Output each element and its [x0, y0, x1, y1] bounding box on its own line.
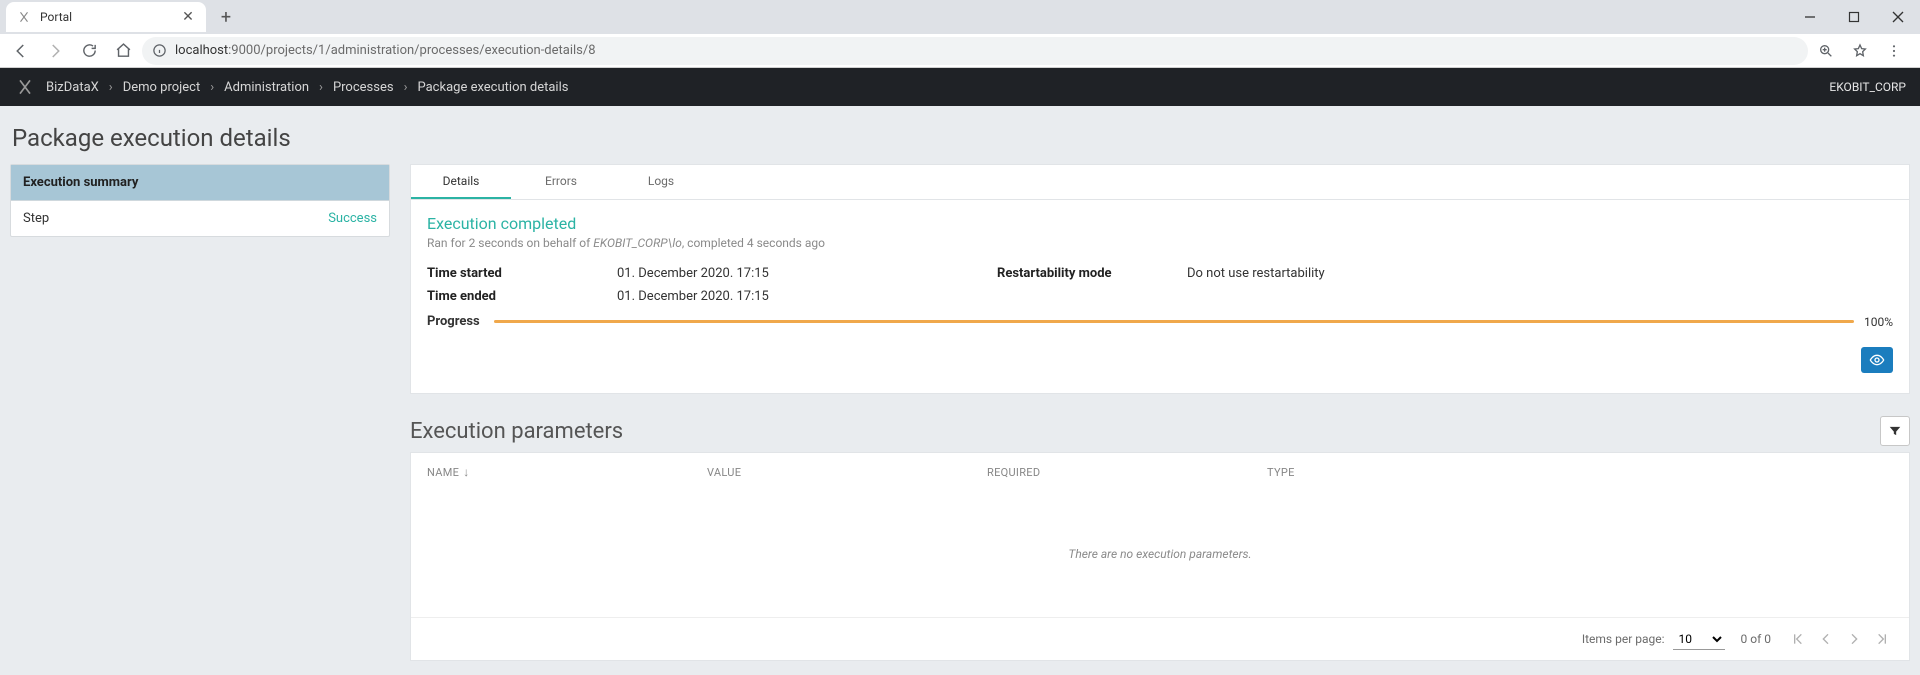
execution-summary-panel: Execution summary Step Success — [10, 164, 390, 237]
breadcrumb: BizDataX › Demo project › Administration… — [46, 80, 568, 95]
tab-logs[interactable]: Logs — [611, 165, 711, 199]
page-range: 0 of 0 — [1741, 632, 1771, 646]
tab-errors[interactable]: Errors — [511, 165, 611, 199]
window-close-button[interactable] — [1876, 0, 1920, 34]
browser-toolbar: localhost:9000/projects/1/administration… — [0, 34, 1920, 68]
breadcrumb-item[interactable]: Demo project — [123, 80, 201, 95]
zoom-icon[interactable] — [1812, 37, 1840, 65]
main-panel: Details Errors Logs Execution completed … — [410, 164, 1910, 661]
first-page-button[interactable] — [1787, 628, 1809, 650]
filter-button[interactable] — [1880, 416, 1910, 446]
tab-details[interactable]: Details — [411, 165, 511, 199]
toolbar-right — [1812, 37, 1914, 65]
execution-params-table: NAME ↓ VALUE REQUIRED TYPE There are no … — [410, 452, 1910, 661]
table-header: NAME ↓ VALUE REQUIRED TYPE — [411, 453, 1909, 491]
column-required[interactable]: REQUIRED — [987, 465, 1267, 479]
breadcrumb-item[interactable]: Administration — [224, 80, 309, 95]
next-page-button[interactable] — [1843, 628, 1865, 650]
page-content: Package execution details Execution summ… — [0, 106, 1920, 675]
tab-title: Portal — [40, 10, 172, 24]
paginator: Items per page: 10 0 of 0 — [411, 617, 1909, 660]
page-title: Package execution details — [12, 124, 1910, 152]
execution-fields: Time started 01. December 2020. 17:15 Re… — [427, 266, 1893, 304]
browser-tabs: Portal ✕ + — [0, 0, 1920, 34]
address-bar[interactable]: localhost:9000/projects/1/administration… — [142, 37, 1808, 65]
menu-icon[interactable] — [1880, 37, 1908, 65]
back-button[interactable] — [6, 36, 36, 66]
sort-arrow-down-icon: ↓ — [463, 465, 469, 479]
url-text: localhost:9000/projects/1/administration… — [175, 43, 596, 58]
detail-tabs: Details Errors Logs — [410, 164, 1910, 199]
app-logo-icon — [14, 76, 36, 98]
site-info-icon[interactable] — [152, 43, 167, 58]
breadcrumb-item[interactable]: BizDataX — [46, 80, 99, 95]
items-per-page-label: Items per page: — [1582, 632, 1665, 646]
execution-params-title: Execution parameters — [410, 419, 1880, 444]
forward-button[interactable] — [40, 36, 70, 66]
browser-chrome: Portal ✕ + — [0, 0, 1920, 68]
execution-status-title: Execution completed — [427, 214, 1893, 233]
step-row[interactable]: Step Success — [11, 201, 389, 236]
restartability-label: Restartability mode — [997, 266, 1187, 281]
time-started-label: Time started — [427, 266, 617, 281]
step-label: Step — [23, 211, 328, 226]
window-minimize-button[interactable] — [1788, 0, 1832, 34]
column-type[interactable]: TYPE — [1267, 465, 1893, 479]
reload-button[interactable] — [74, 36, 104, 66]
breadcrumb-item[interactable]: Package execution details — [417, 80, 568, 95]
column-value[interactable]: VALUE — [707, 465, 987, 479]
window-controls — [1788, 0, 1920, 34]
chevron-right-icon: › — [210, 80, 214, 95]
chevron-right-icon: › — [319, 80, 323, 95]
home-button[interactable] — [108, 36, 138, 66]
close-icon[interactable]: ✕ — [180, 9, 196, 25]
step-status: Success — [328, 211, 377, 226]
window-maximize-button[interactable] — [1832, 0, 1876, 34]
time-ended-value: 01. December 2020. 17:15 — [617, 289, 997, 304]
tenant-label: EKOBIT_CORP — [1829, 80, 1906, 94]
breadcrumb-item[interactable]: Processes — [333, 80, 394, 95]
execution-summary-header: Execution summary — [11, 165, 389, 201]
app-header: BizDataX › Demo project › Administration… — [0, 68, 1920, 106]
table-empty-message: There are no execution parameters. — [411, 491, 1909, 617]
prev-page-button[interactable] — [1815, 628, 1837, 650]
last-page-button[interactable] — [1871, 628, 1893, 650]
items-per-page-select[interactable]: 10 — [1673, 629, 1725, 650]
chevron-right-icon: › — [404, 80, 408, 95]
chevron-right-icon: › — [109, 80, 113, 95]
time-started-value: 01. December 2020. 17:15 — [617, 266, 997, 281]
details-panel: Execution completed Ran for 2 seconds on… — [410, 199, 1910, 394]
browser-tab[interactable]: Portal ✕ — [6, 2, 206, 32]
progress-row: Progress 100% — [427, 314, 1893, 329]
new-tab-button[interactable]: + — [212, 3, 240, 31]
tab-favicon — [16, 9, 32, 25]
progress-percent: 100% — [1864, 315, 1893, 329]
time-ended-label: Time ended — [427, 289, 617, 304]
progress-bar — [494, 320, 1854, 323]
bookmark-icon[interactable] — [1846, 37, 1874, 65]
execution-status-subtitle: Ran for 2 seconds on behalf of EKOBIT_CO… — [427, 236, 1893, 250]
view-details-button[interactable] — [1861, 347, 1893, 373]
restartability-value: Do not use restartability — [1187, 266, 1893, 281]
execution-params-header: Execution parameters — [410, 416, 1910, 446]
column-name[interactable]: NAME ↓ — [427, 465, 707, 479]
progress-label: Progress — [427, 314, 480, 329]
